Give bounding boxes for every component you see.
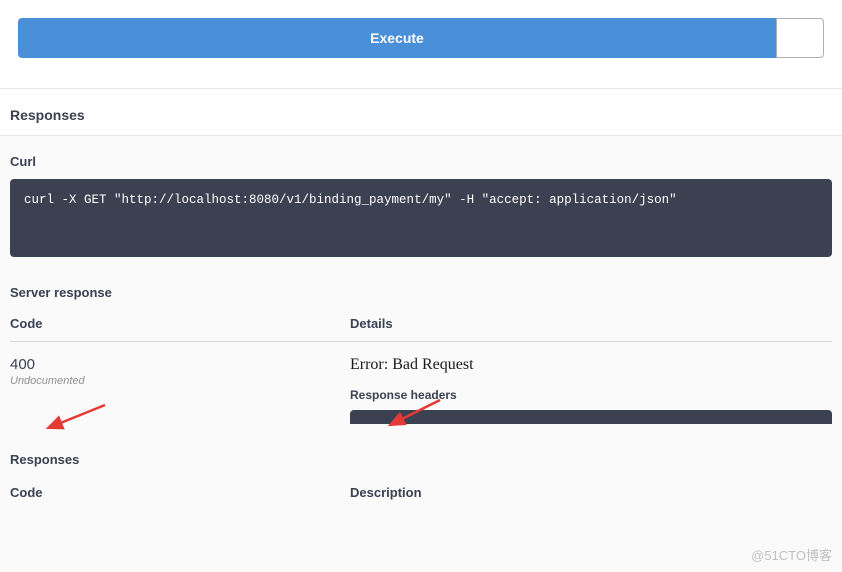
server-response-section: Server response Code Details 400 Undocum… [0, 267, 842, 434]
details-cell: Error: Bad Request Response headers [350, 356, 832, 424]
responses-title: Responses [10, 107, 832, 123]
curl-command-box[interactable]: curl -X GET "http://localhost:8080/v1/bi… [10, 179, 832, 257]
curl-section: Curl curl -X GET "http://localhost:8080/… [0, 136, 842, 267]
server-response-label: Server response [10, 285, 832, 300]
responses-spec-header: Code Description [10, 485, 832, 500]
code-header: Code [10, 316, 350, 331]
cancel-button[interactable] [776, 18, 824, 58]
button-row: Execute [18, 18, 824, 58]
watermark: @51CTO博客 [751, 545, 832, 564]
response-table-row: 400 Undocumented Error: Bad Request Resp… [10, 342, 832, 424]
response-headers-label: Response headers [350, 388, 832, 402]
error-message: Error: Bad Request [350, 356, 832, 374]
status-code: 400 [10, 356, 350, 373]
top-section: Execute [0, 0, 842, 89]
code-header-2: Code [10, 485, 350, 500]
undocumented-label: Undocumented [10, 375, 350, 387]
response-table-header: Code Details [10, 316, 832, 342]
curl-label: Curl [10, 154, 832, 169]
responses-spec-label: Responses [10, 452, 832, 467]
responses-spec-section: Responses Code Description [0, 434, 842, 504]
description-header: Description [350, 485, 832, 500]
execute-button[interactable]: Execute [18, 18, 776, 58]
response-headers-box[interactable] [350, 410, 832, 424]
details-header: Details [350, 316, 832, 331]
code-cell: 400 Undocumented [10, 356, 350, 424]
responses-section-header: Responses [0, 89, 842, 136]
